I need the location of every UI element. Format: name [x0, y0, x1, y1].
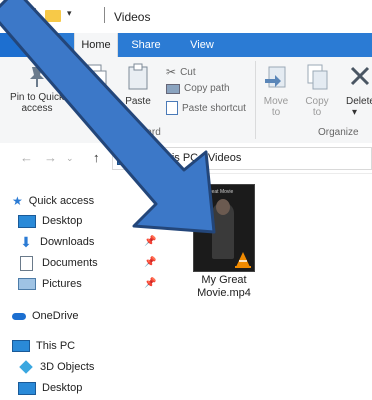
pin-icon: 📌	[144, 278, 157, 289]
ribbon: Pin to Quick access Copy Paste ✂ Cut Cop…	[0, 57, 372, 144]
system-menu-icon[interactable]	[8, 9, 18, 23]
desktop-icon	[18, 214, 36, 228]
clipboard-group-label: Clipboard	[118, 127, 161, 138]
copy-to-icon	[307, 64, 328, 90]
nav-desktop[interactable]: Desktop 📌	[18, 211, 168, 231]
tab-share[interactable]: Share	[126, 33, 166, 57]
cut-button[interactable]: ✂ Cut	[166, 65, 196, 79]
navigation-pane: ★ Quick access Desktop 📌 ⬇ Downloads 📌 D…	[0, 173, 172, 400]
dropdown-icon[interactable]: ▾	[67, 8, 72, 22]
copy-label: Copy	[84, 96, 108, 107]
paste-label: Paste	[125, 96, 151, 107]
nav-quick-access[interactable]: ★ Quick access	[12, 191, 162, 211]
delete-dropdown-icon: ▾	[352, 107, 358, 118]
title-bar: ▾ Videos	[0, 0, 372, 33]
nav-onedrive[interactable]: OneDrive	[12, 306, 162, 326]
vlc-icon	[235, 252, 251, 268]
file-name: My Great Movie.mp4	[185, 274, 263, 300]
copy-to-label-line1: Copy	[305, 96, 329, 107]
this-pc-icon	[117, 152, 131, 165]
pin-icon: 📌	[144, 257, 157, 268]
copy-path-icon	[166, 83, 180, 94]
forward-icon[interactable]: →	[44, 150, 57, 165]
nav-this-pc-label: This PC	[36, 340, 76, 352]
nav-desktop-label: Desktop	[42, 215, 83, 227]
nav-onedrive-label: OneDrive	[32, 310, 79, 322]
paste-shortcut-icon	[166, 101, 178, 115]
desktop-icon	[18, 381, 36, 395]
window-title: Videos	[114, 10, 151, 24]
nav-3d-objects[interactable]: 3D Objects	[18, 357, 168, 377]
pin-icon: 📌	[144, 215, 157, 226]
file-name-line2: Movie.mp4	[197, 287, 251, 299]
paste-icon	[128, 63, 148, 90]
ribbon-tabs: File Home Share View	[0, 33, 372, 57]
ribbon-separator	[255, 61, 256, 139]
copy-to-button[interactable]: Copy to	[300, 63, 334, 118]
title-separator	[104, 7, 105, 23]
video-thumbnail: My Great Movie	[193, 184, 255, 272]
qa-properties-check-icon[interactable]	[22, 8, 36, 22]
move-to-label-line2: to	[271, 107, 281, 118]
pin-icon	[30, 67, 44, 87]
copy-path-button[interactable]: Copy path	[166, 83, 230, 94]
thumbnail-head	[216, 199, 230, 215]
downloads-icon: ⬇	[20, 234, 32, 250]
pin-label-line1: Pin to Quick	[10, 92, 64, 103]
nav-pictures-label: Pictures	[42, 278, 82, 290]
pictures-icon	[18, 278, 36, 290]
cut-icon: ✂	[166, 65, 177, 79]
back-icon[interactable]: ←	[20, 150, 33, 165]
pin-to-quick-access-button[interactable]: Pin to Quick access	[4, 63, 70, 114]
copy-to-label-line2: to	[312, 107, 322, 118]
copy-icon	[86, 64, 107, 90]
pin-label-line2: access	[21, 103, 53, 114]
this-pc-icon	[12, 340, 30, 352]
copy-button[interactable]: Copy	[78, 63, 114, 107]
nav-3d-objects-label: 3D Objects	[40, 361, 95, 373]
organize-group-label: Organize	[318, 127, 359, 138]
recent-dropdown-icon[interactable]: ⌄	[66, 153, 74, 164]
address-bar-row: ← → ⌄ ↑ This PC › Videos	[0, 143, 372, 174]
nav-desktop-2-label: Desktop	[42, 382, 83, 394]
folder-icon[interactable]	[45, 10, 61, 22]
documents-icon	[20, 255, 33, 271]
file-name-line1: My Great	[201, 274, 247, 286]
tab-home[interactable]: Home	[74, 33, 118, 57]
paste-button[interactable]: Paste	[118, 63, 158, 107]
delete-icon	[350, 66, 370, 86]
nav-pictures[interactable]: Pictures 📌	[18, 274, 168, 294]
address-path: This PC › Videos	[159, 152, 242, 164]
nav-desktop-2[interactable]: Desktop	[18, 378, 168, 398]
delete-label: Delete	[346, 96, 372, 107]
nav-downloads-label: Downloads	[40, 236, 95, 248]
nav-documents-label: Documents	[42, 257, 98, 269]
up-icon[interactable]: ↑	[93, 150, 100, 165]
nav-this-pc[interactable]: This PC	[12, 336, 162, 356]
move-to-button[interactable]: Move to	[260, 63, 292, 118]
paste-shortcut-label: Paste shortcut	[182, 102, 246, 114]
move-to-icon	[265, 66, 286, 88]
3d-objects-icon	[19, 360, 33, 374]
pin-icon: 📌	[144, 236, 157, 247]
star-icon: ★	[12, 194, 23, 208]
nav-downloads[interactable]: ⬇ Downloads 📌	[18, 232, 168, 252]
thumbnail-title: My Great Movie	[198, 189, 234, 195]
delete-button[interactable]: Delete ▾	[340, 63, 372, 118]
cut-label: Cut	[180, 66, 196, 78]
nav-quick-access-label: Quick access	[28, 195, 95, 207]
tab-view[interactable]: View	[184, 33, 220, 57]
move-to-label-line1: Move	[263, 96, 289, 107]
address-bar[interactable]: This PC › Videos	[112, 147, 372, 170]
onedrive-icon	[12, 312, 26, 320]
tab-file[interactable]: File	[0, 33, 58, 57]
nav-documents[interactable]: Documents 📌	[18, 253, 168, 273]
copy-path-label: Copy path	[184, 83, 230, 94]
paste-shortcut-button[interactable]: Paste shortcut	[166, 101, 246, 115]
